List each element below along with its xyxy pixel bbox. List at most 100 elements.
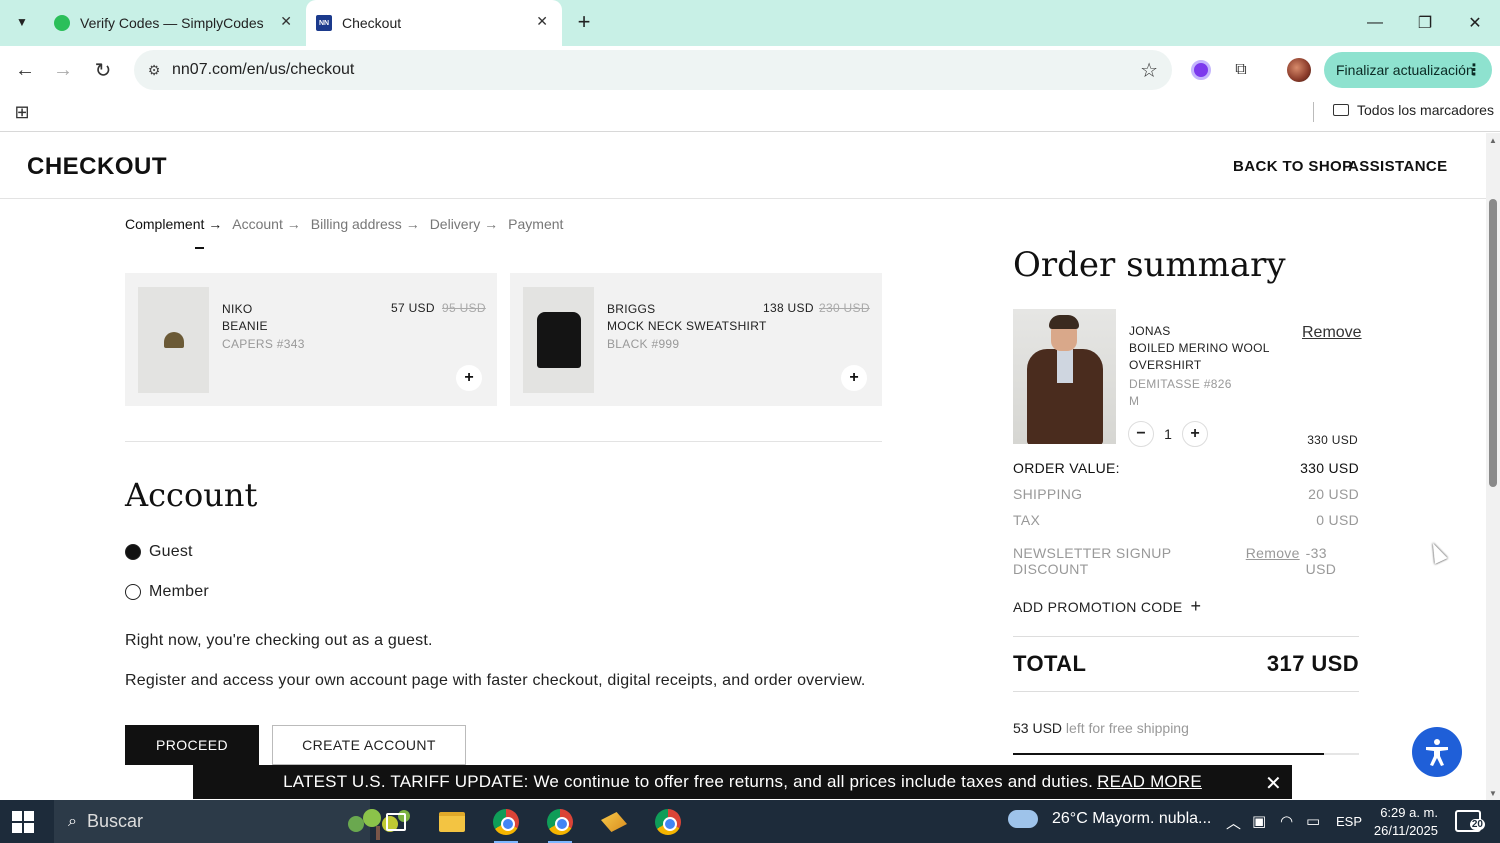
- extensions-puzzle-icon[interactable]: ⧉: [1228, 57, 1254, 83]
- product-title: MOCK NECK SWEATSHIRT: [607, 319, 767, 333]
- back-arrow-icon[interactable]: ←: [10, 55, 40, 85]
- cart-item-image[interactable]: [1013, 309, 1116, 444]
- more-menu-icon[interactable]: ⋮: [1466, 60, 1482, 80]
- checkout-page: CHECKOUT BACK TO SHOP ASSISTANCE Complem…: [0, 133, 1486, 800]
- shipping-label: SHIPPING: [1013, 486, 1083, 502]
- shipping-amount: 20 USD: [1308, 486, 1359, 502]
- bookmark-star-icon[interactable]: ☆: [1140, 58, 1158, 83]
- url-text[interactable]: nn07.com/en/us/checkout: [172, 61, 354, 79]
- reload-icon[interactable]: ↻: [88, 55, 118, 85]
- remove-item-link[interactable]: Remove: [1302, 324, 1362, 342]
- site-header: CHECKOUT BACK TO SHOP ASSISTANCE: [0, 133, 1486, 199]
- all-bookmarks-button[interactable]: Todos los marcadores: [1333, 102, 1494, 118]
- create-account-button[interactable]: CREATE ACCOUNT: [272, 725, 466, 765]
- extension-purple-icon[interactable]: [1188, 57, 1214, 83]
- close-tab-icon[interactable]: ✕: [280, 13, 292, 30]
- cart-item-title-line2: OVERSHIRT: [1129, 358, 1202, 372]
- proceed-button[interactable]: PROCEED: [125, 725, 259, 765]
- battery-icon[interactable]: ▭: [1306, 812, 1320, 830]
- tab-checkout[interactable]: NN Checkout ✕: [306, 0, 562, 46]
- game-app-icon[interactable]: [598, 806, 630, 838]
- wifi-icon[interactable]: ◠: [1280, 812, 1293, 830]
- order-value-label: ORDER VALUE:: [1013, 460, 1120, 476]
- register-info-text: Register and access your own account pag…: [125, 672, 866, 689]
- accessibility-icon[interactable]: [1412, 727, 1462, 777]
- assistance-link[interactable]: ASSISTANCE: [1348, 158, 1448, 175]
- chrome-taskbar-icon[interactable]: [490, 806, 522, 843]
- recommendation-card: NIKO BEANIE CAPERS #343 57 USD 95 USD +: [125, 273, 497, 406]
- tax-row: TAX 0 USD: [1013, 512, 1359, 528]
- weather-widget[interactable]: 26°C Mayorm. nubla...: [1008, 810, 1211, 828]
- tray-chevron-up-icon[interactable]: ︿: [1226, 812, 1241, 833]
- product-price: 138 USD: [763, 301, 814, 315]
- product-image-sweatshirt[interactable]: [523, 287, 594, 393]
- add-product-plus-icon[interactable]: +: [456, 365, 482, 391]
- read-more-link[interactable]: READ MORE: [1097, 772, 1202, 792]
- total-row: TOTAL 317 USD: [1013, 651, 1359, 677]
- minimize-icon[interactable]: —: [1350, 0, 1400, 46]
- add-product-plus-icon[interactable]: +: [841, 365, 867, 391]
- chrome-taskbar-icon[interactable]: [544, 806, 576, 843]
- chrome-profile-icon[interactable]: [652, 806, 684, 838]
- page-logo[interactable]: CHECKOUT: [27, 153, 167, 181]
- scrollbar-thumb[interactable]: [1489, 199, 1497, 487]
- plus-icon[interactable]: +: [1182, 421, 1208, 447]
- restore-window-icon[interactable]: ❐: [1400, 0, 1450, 46]
- radio-unchecked-icon[interactable]: [125, 584, 141, 600]
- step-delivery[interactable]: Delivery →: [430, 216, 498, 232]
- forward-arrow-icon[interactable]: →: [48, 55, 78, 85]
- step-billing-address[interactable]: Billing address →: [311, 216, 420, 232]
- product-title: BEANIE: [222, 319, 268, 333]
- scroll-up-icon[interactable]: ▲: [1489, 136, 1497, 145]
- update-browser-button[interactable]: Finalizar actualización ⋮: [1324, 52, 1492, 88]
- radio-checked-icon[interactable]: [125, 544, 141, 560]
- tray-app-icon[interactable]: ▣: [1252, 812, 1266, 830]
- tab-search-chevron-icon[interactable]: ▼: [8, 8, 36, 36]
- back-to-shop-link[interactable]: BACK TO SHOP: [1233, 158, 1353, 175]
- member-radio-option[interactable]: Member: [125, 583, 209, 601]
- promo-label: ADD PROMOTION CODE: [1013, 598, 1183, 615]
- order-value-amount: 330 USD: [1300, 460, 1359, 476]
- windows-start-icon[interactable]: [12, 811, 34, 833]
- product-brand: NIKO: [222, 302, 253, 316]
- free-shipping-progress-fill: [1013, 753, 1325, 755]
- product-brand: BRIGGS: [607, 302, 656, 316]
- cart-item-price: 330 USD: [1307, 433, 1358, 447]
- step-complement[interactable]: Complement →: [125, 216, 222, 232]
- discount-right: Remove -33 USD: [1246, 545, 1359, 577]
- summary-divider: [1013, 636, 1359, 637]
- free-shipping-progress-bar: [1013, 753, 1359, 755]
- minus-icon[interactable]: −: [1128, 421, 1154, 447]
- close-window-icon[interactable]: ✕: [1450, 0, 1500, 46]
- close-tab-icon[interactable]: ✕: [536, 13, 548, 30]
- weather-text: 26°C Mayorm. nubla...: [1052, 810, 1212, 827]
- order-summary-heading: Order summary: [1013, 245, 1286, 285]
- remove-discount-link[interactable]: Remove: [1246, 545, 1300, 561]
- page-scrollbar[interactable]: ▲ ▼: [1486, 133, 1500, 800]
- clock-date: 26/11/2025: [1373, 823, 1438, 838]
- address-bar[interactable]: ⚙ nn07.com/en/us/checkout ☆: [134, 50, 1172, 90]
- plus-icon: +: [1190, 596, 1202, 616]
- notifications-icon[interactable]: 20: [1455, 810, 1485, 832]
- tab-simplycodes[interactable]: Verify Codes — SimplyCodes ✕: [44, 0, 306, 46]
- new-tab-plus-icon[interactable]: +: [570, 8, 598, 36]
- bookmarks-bar: ⊞ Todos los marcadores: [0, 94, 1500, 132]
- add-promotion-code-button[interactable]: ADD PROMOTION CODE +: [1013, 596, 1201, 617]
- scroll-down-icon[interactable]: ▼: [1489, 789, 1497, 798]
- product-old-price: 95 USD: [442, 301, 486, 315]
- step-payment[interactable]: Payment: [508, 216, 563, 232]
- product-image-beanie[interactable]: [138, 287, 209, 393]
- discount-row: NEWSLETTER SIGNUP DISCOUNT Remove -33 US…: [1013, 545, 1359, 577]
- taskbar-search-box[interactable]: ⌕ Buscar: [54, 800, 410, 843]
- apps-grid-icon[interactable]: ⊞: [10, 100, 34, 124]
- language-indicator[interactable]: ESP: [1336, 814, 1362, 829]
- cart-item-size: M: [1129, 394, 1140, 408]
- taskbar-clock[interactable]: 6:29 a. m. 26/11/2025: [1368, 804, 1438, 840]
- step-account[interactable]: Account →: [232, 216, 300, 232]
- close-banner-icon[interactable]: ✕: [1265, 771, 1282, 796]
- site-info-icon[interactable]: ⚙: [144, 60, 164, 80]
- guest-radio-option[interactable]: Guest: [125, 543, 193, 561]
- task-view-icon[interactable]: [380, 806, 412, 838]
- profile-avatar-icon[interactable]: [1286, 57, 1312, 83]
- file-explorer-icon[interactable]: [436, 806, 468, 838]
